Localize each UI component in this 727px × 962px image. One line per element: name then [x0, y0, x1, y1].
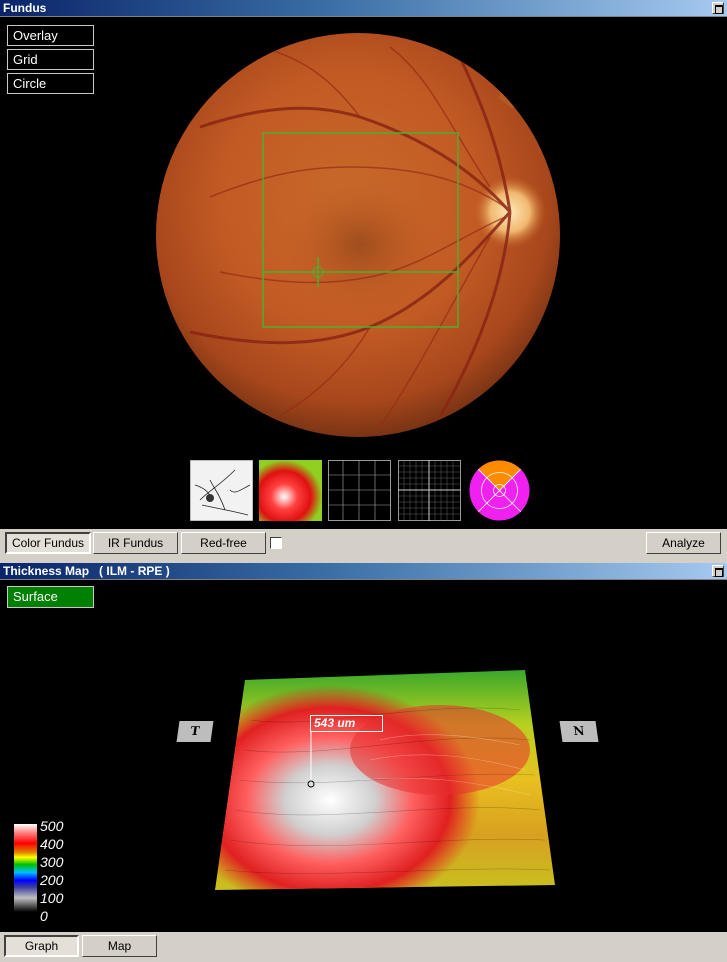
thickness-surface-plot[interactable]	[0, 580, 727, 932]
thickness-annotation: 543 um	[310, 715, 383, 732]
fundus-pane: Overlay Grid Circle	[0, 17, 727, 529]
color-fundus-button[interactable]: Color Fundus	[5, 532, 91, 554]
vessel-map-icon[interactable]	[190, 460, 253, 521]
fundus-toolbar: Color Fundus IR Fundus Red-free Analyze	[0, 529, 727, 559]
thickness-toolbar: Graph Map	[0, 932, 727, 962]
fine-grid-icon[interactable]	[398, 460, 461, 521]
fundus-title: Fundus	[3, 1, 47, 15]
thickness-titlebar: Thickness Map ( ILM - RPE )	[0, 563, 727, 580]
thickness-subtitle: ( ILM - RPE )	[99, 564, 170, 578]
thickness-heatmap-icon[interactable]	[259, 460, 322, 521]
thickness-pane: Surface 543 um T N 500 400 300 200 100 0	[0, 580, 727, 932]
fundus-titlebar: Fundus	[0, 0, 727, 17]
legend-label-0: 0	[40, 908, 48, 924]
restore-window-icon[interactable]	[712, 565, 724, 577]
legend-label-400: 400	[40, 836, 64, 852]
legend-label-500: 500	[40, 818, 64, 834]
temporal-label: T	[176, 721, 214, 742]
map-button[interactable]: Map	[82, 935, 157, 957]
analyze-button[interactable]: Analyze	[646, 532, 721, 554]
etdrs-sector-icon[interactable]	[468, 460, 531, 521]
restore-window-icon[interactable]	[712, 2, 724, 14]
thickness-title: Thickness Map	[3, 564, 90, 578]
ir-fundus-button[interactable]: IR Fundus	[93, 532, 178, 554]
legend-label-300: 300	[40, 854, 64, 870]
legend-label-100: 100	[40, 890, 64, 906]
nasal-label: N	[559, 721, 599, 742]
coarse-grid-icon[interactable]	[328, 460, 391, 521]
red-free-checkbox[interactable]	[270, 537, 282, 549]
graph-button[interactable]: Graph	[4, 935, 79, 957]
fundus-image[interactable]	[0, 17, 727, 457]
red-free-button[interactable]: Red-free	[181, 532, 266, 554]
color-scale-bar	[14, 824, 37, 912]
legend-label-200: 200	[40, 872, 64, 888]
